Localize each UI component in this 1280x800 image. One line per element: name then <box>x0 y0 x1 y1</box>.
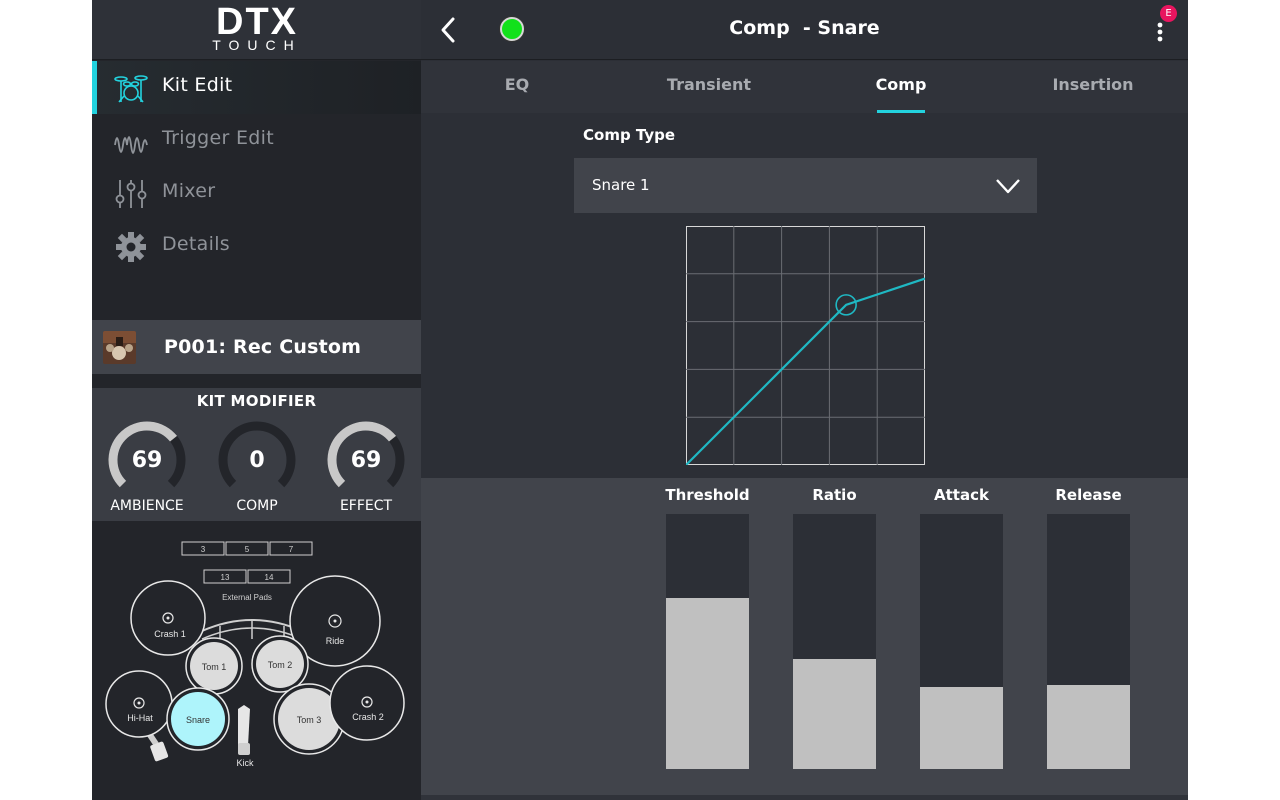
app-logo: DTX TOUCH <box>92 0 421 60</box>
slider-fill <box>793 659 876 769</box>
pad-kick[interactable]: Kick <box>236 705 254 768</box>
knob-label: EFFECT <box>339 498 393 514</box>
slider-track <box>920 514 1003 769</box>
comp-knob[interactable]: 0 COMP <box>212 418 302 518</box>
knob-value: 69 <box>131 448 163 473</box>
tab-eq[interactable]: EQ <box>421 61 613 113</box>
sidebar-item-details[interactable]: Details <box>92 220 421 273</box>
effect-knob[interactable]: 69 EFFECT <box>321 418 411 518</box>
waveform-icon <box>114 136 148 154</box>
kit-name: P001: Rec Custom <box>164 336 362 358</box>
pad-hi-hat[interactable]: Hi-Hat <box>105 670 173 738</box>
kit-modifier-panel: KIT MODIFIER 69 AMBIENCE 0 COMP 69 EFFEC… <box>92 388 421 521</box>
kit-modifier-title: KIT MODIFIER <box>196 392 317 410</box>
svg-text:Tom 2: Tom 2 <box>268 660 293 670</box>
compression-curve-graph[interactable] <box>686 226 925 465</box>
top-bar: Comp - Snare E <box>421 0 1188 60</box>
external-pad-3[interactable]: 3 <box>181 541 225 556</box>
bottom-edge <box>421 795 1188 800</box>
sidebar-item-trigger-edit[interactable]: Trigger Edit <box>92 114 421 167</box>
tab-bar: EQ Transient Comp Insertion <box>421 61 1188 113</box>
comp-type-value: Snare 1 <box>592 176 650 194</box>
external-pads-label: External Pads <box>222 593 272 602</box>
svg-text:Tom 3: Tom 3 <box>297 715 322 725</box>
knob-label: COMP <box>236 498 278 514</box>
svg-text:Kick: Kick <box>236 758 254 768</box>
attack-slider[interactable]: Attack <box>920 478 1003 778</box>
svg-text:5: 5 <box>245 545 250 554</box>
svg-text:Snare: Snare <box>186 715 210 725</box>
gear-icon <box>116 232 146 262</box>
kit-thumbnail <box>103 331 136 364</box>
slider-track <box>793 514 876 769</box>
page-title: Comp - Snare <box>729 17 880 39</box>
tab-transient[interactable]: Transient <box>613 61 805 113</box>
pad-crash-1[interactable]: Crash 1 <box>130 580 206 656</box>
svg-text:7: 7 <box>289 545 294 554</box>
knob-value: 69 <box>350 448 382 473</box>
slider-track <box>666 514 749 769</box>
tab-comp[interactable]: Comp <box>805 61 997 113</box>
pad-crash-2[interactable]: Crash 2 <box>329 665 405 741</box>
svg-text:Ride: Ride <box>326 636 345 646</box>
svg-text:3: 3 <box>201 545 206 554</box>
mixer-sliders-icon <box>115 180 147 208</box>
sidebar-item-label: Mixer <box>162 180 216 202</box>
drum-pad-map: 3 5 7 13 14 External Pads Crash 1 Ride T… <box>92 521 421 800</box>
tab-insertion[interactable]: Insertion <box>997 61 1188 113</box>
slider-label: Ratio <box>812 486 857 504</box>
svg-text:Crash 2: Crash 2 <box>352 712 384 722</box>
ambience-knob[interactable]: 69 AMBIENCE <box>102 418 192 518</box>
release-slider[interactable]: Release <box>1047 478 1130 778</box>
threshold-slider[interactable]: Threshold <box>665 478 750 778</box>
slider-label: Release <box>1055 486 1122 504</box>
knob-label: AMBIENCE <box>110 498 184 514</box>
app-window: DTX TOUCH Kit Edit Trigger Edit Mixer De… <box>92 0 1188 800</box>
knob-value: 0 <box>249 448 265 473</box>
slider-fill <box>666 598 749 769</box>
external-pad-7[interactable]: 7 <box>269 541 313 556</box>
comp-parameters-panel: Threshold Ratio Attack Release <box>421 478 1188 800</box>
svg-text:Hi-Hat: Hi-Hat <box>127 713 153 723</box>
pad-snare[interactable]: Snare <box>166 687 230 751</box>
sidebar-item-label: Trigger Edit <box>162 127 274 149</box>
sidebar-item-label: Kit Edit <box>162 74 233 96</box>
pad-tom-1[interactable]: Tom 1 <box>185 637 243 695</box>
slider-fill <box>1047 684 1130 769</box>
slider-fill <box>920 687 1003 769</box>
svg-text:Crash 1: Crash 1 <box>154 629 186 639</box>
comp-settings-panel: Comp Type Snare 1 <box>421 113 1188 478</box>
svg-text:13: 13 <box>221 573 230 582</box>
sidebar: DTX TOUCH Kit Edit Trigger Edit Mixer De… <box>92 0 421 800</box>
kit-selector[interactable]: P001: Rec Custom <box>92 320 421 374</box>
logo-sub-text: TOUCH <box>212 37 302 53</box>
sidebar-item-mixer[interactable]: Mixer <box>92 167 421 220</box>
svg-text:14: 14 <box>265 573 274 582</box>
external-pad-5[interactable]: 5 <box>225 541 269 556</box>
pad-tom-2[interactable]: Tom 2 <box>251 635 309 693</box>
comp-type-dropdown[interactable]: Snare 1 <box>574 158 1037 213</box>
external-pad-13[interactable]: 13 <box>203 569 247 584</box>
ratio-slider[interactable]: Ratio <box>793 478 876 778</box>
drum-kit-icon <box>114 75 148 103</box>
external-pad-14[interactable]: 14 <box>247 569 291 584</box>
sidebar-item-kit-edit[interactable]: Kit Edit <box>92 61 421 114</box>
notification-badge: E <box>1160 5 1177 22</box>
chevron-down-icon <box>996 179 1020 194</box>
comp-type-label: Comp Type <box>583 126 676 144</box>
slider-label: Threshold <box>665 486 750 504</box>
slider-label: Attack <box>934 486 989 504</box>
svg-text:Tom 1: Tom 1 <box>202 662 227 672</box>
sidebar-item-label: Details <box>162 233 230 255</box>
slider-track <box>1047 514 1130 769</box>
